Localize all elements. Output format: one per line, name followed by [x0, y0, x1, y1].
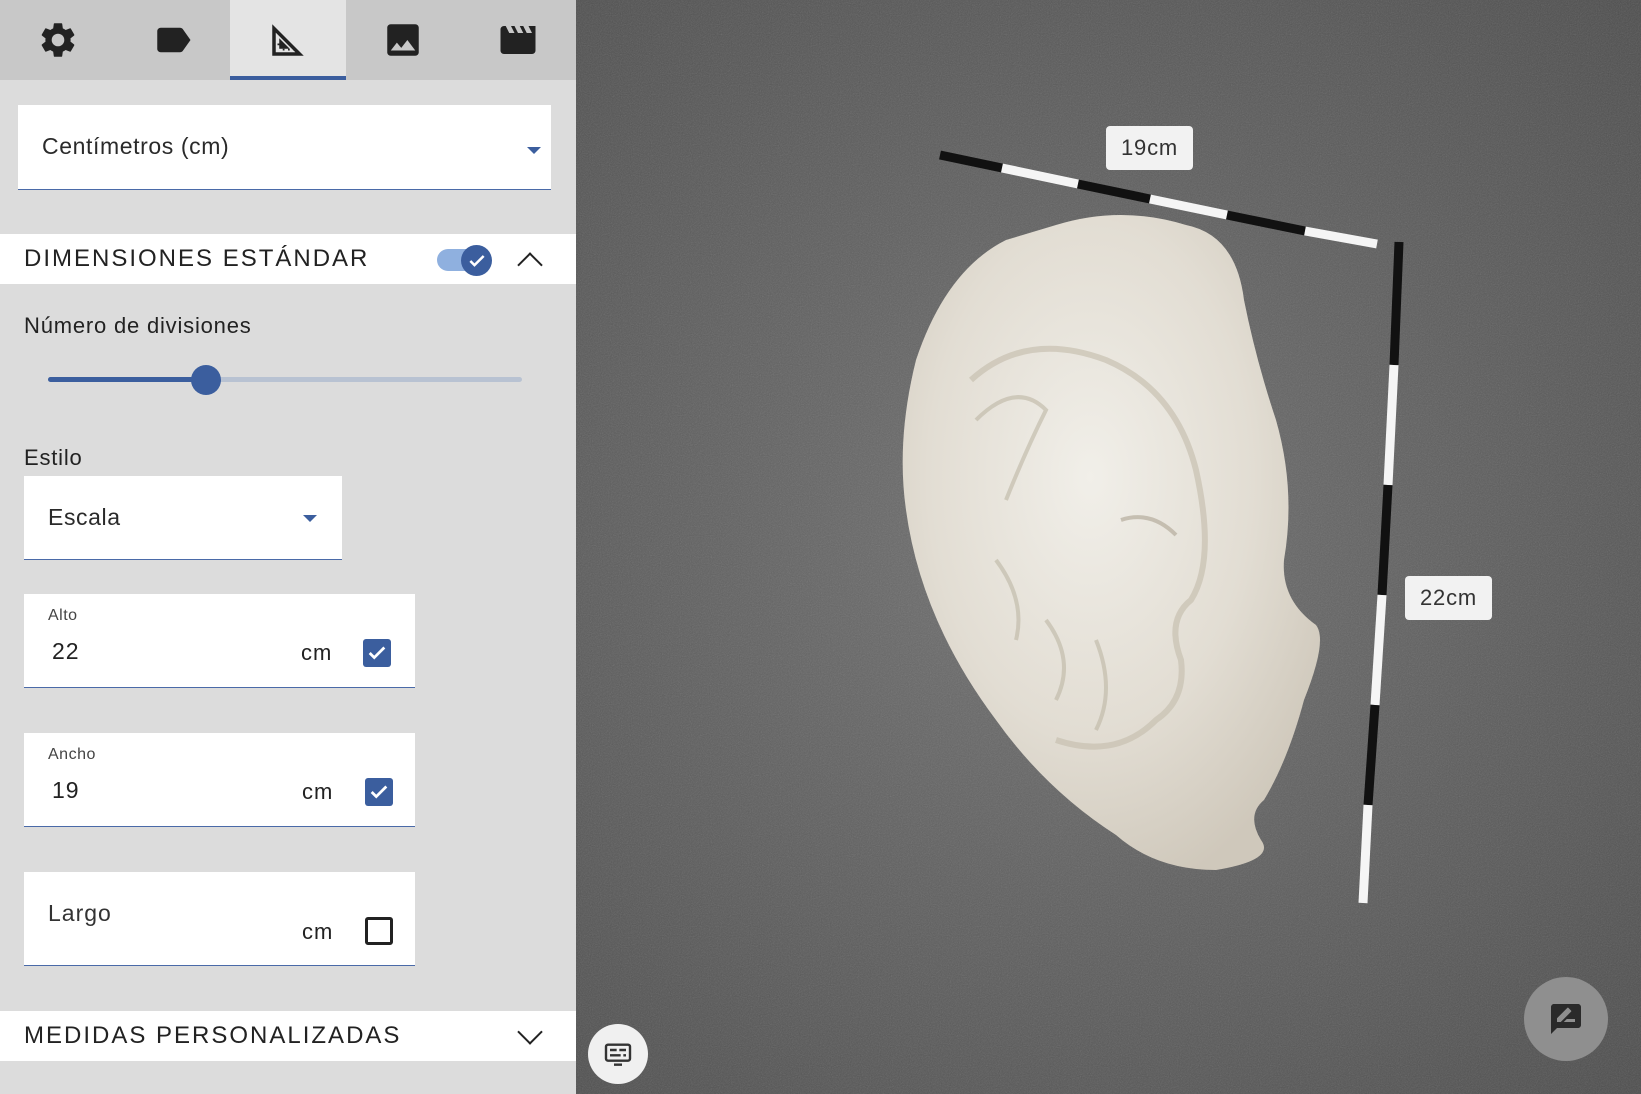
height-field-unit: cm: [301, 640, 333, 665]
settings-sidebar: Centímetros (cm) DIMENSIONES ESTÁNDAR Nú…: [0, 0, 576, 1094]
width-field-value: 19: [52, 777, 80, 803]
image-icon: [387, 24, 419, 56]
length-field-unit: cm: [302, 919, 334, 944]
divisions-slider-fill: [48, 377, 206, 382]
chevron-up-icon[interactable]: [517, 252, 543, 278]
chevron-down-icon[interactable]: [517, 1019, 543, 1045]
check-icon: [468, 254, 485, 267]
length-field-label: Largo: [48, 900, 112, 926]
subtitles-icon: [604, 1043, 632, 1066]
height-measure-line: [1358, 241, 1404, 904]
tab-measurements[interactable]: [230, 0, 346, 80]
divisions-label: Número de divisiones: [24, 313, 252, 338]
width-field-unit: cm: [302, 779, 334, 804]
chevron-down-icon: [527, 147, 541, 154]
tab-settings[interactable]: [0, 0, 115, 80]
width-checkbox[interactable]: [365, 778, 393, 806]
height-field-value: 22: [52, 638, 80, 664]
style-select-value: Escala: [48, 504, 121, 530]
height-measure-label: 22cm: [1405, 576, 1492, 620]
custom-measures-header[interactable]: MEDIDAS PERSONALIZADAS: [0, 1011, 576, 1061]
check-icon: [370, 785, 388, 799]
height-checkbox[interactable]: [363, 639, 391, 667]
chevron-down-icon: [303, 515, 317, 522]
label-tag-icon: [157, 27, 191, 53]
ruler-triangle-icon: [272, 24, 304, 56]
width-field-label: Ancho: [48, 746, 96, 763]
width-field[interactable]: Ancho 19 cm: [24, 733, 415, 827]
height-field-label: Alto: [48, 607, 78, 624]
feedback-edit-icon: [1551, 1004, 1581, 1034]
tab-image[interactable]: [346, 0, 461, 80]
3d-viewer[interactable]: 19cm 22cm: [576, 0, 1641, 1094]
feedback-button[interactable]: [1524, 977, 1608, 1061]
units-select[interactable]: Centímetros (cm): [18, 105, 551, 190]
divisions-slider-thumb[interactable]: [191, 365, 221, 395]
marble-relief-model[interactable]: [902, 215, 1320, 870]
standard-dimensions-title: DIMENSIONES ESTÁNDAR: [24, 245, 370, 272]
units-select-value: Centímetros (cm): [42, 133, 230, 159]
check-icon: [368, 646, 386, 660]
style-select[interactable]: Escala: [24, 476, 342, 560]
height-field[interactable]: Alto 22 cm: [24, 594, 415, 688]
width-measure-label: 19cm: [1106, 126, 1193, 170]
toggle-knob: [461, 245, 492, 276]
length-field[interactable]: Largo cm: [24, 872, 415, 966]
length-checkbox[interactable]: [365, 917, 393, 945]
tab-bar: [0, 0, 576, 80]
clapperboard-icon: [500, 26, 536, 54]
style-label: Estilo: [24, 445, 83, 470]
tab-annotations[interactable]: [115, 0, 230, 80]
custom-measures-title: MEDIDAS PERSONALIZADAS: [24, 1022, 402, 1049]
tab-video[interactable]: [461, 0, 576, 80]
subtitles-button[interactable]: [588, 1024, 648, 1084]
gear-icon: [41, 23, 74, 57]
